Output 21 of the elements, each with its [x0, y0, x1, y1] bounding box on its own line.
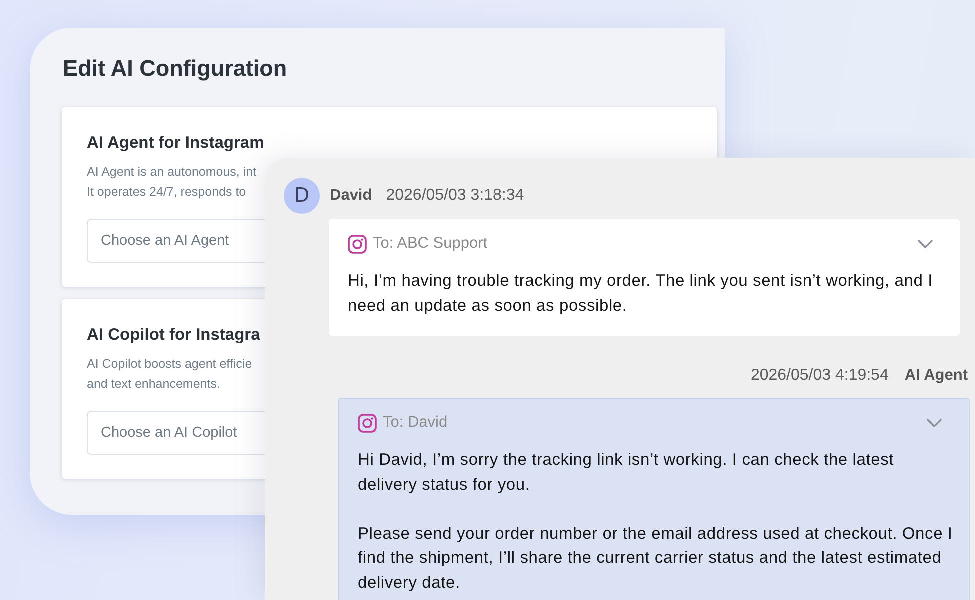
- sender-name: AI Agent: [904, 367, 968, 385]
- recipient-label: To: ABC Support: [373, 235, 488, 253]
- camera-icon: [358, 414, 377, 432]
- message-time: 2026/05/03 3:18:34: [386, 187, 524, 205]
- sender-name: David: [330, 187, 372, 205]
- message-time: 2026/05/03 4:19:54: [750, 367, 889, 385]
- section-description: AI Copilot boosts agent efficie and text enhancements.: [87, 356, 252, 392]
- section-description: AI Agent is an autonomous, int It operates 24/7, responds to: [87, 164, 257, 201]
- chevron-down-icon[interactable]: [918, 240, 933, 248]
- camera-icon: [348, 234, 367, 254]
- message-text: Hi David, I’m sorry the tracking link isn’t working. I can check the latest delivery status for you.: [358, 450, 896, 496]
- select-field[interactable]: Choose an AI Copilot: [87, 411, 265, 455]
- section-title: AI Copilot for Instagra: [87, 325, 260, 346]
- panel-title: Edit AI Configuration: [63, 55, 288, 83]
- message-text: Hi, I’m having trouble tracking my order. The link you sent isn’t working, and I need an update as soon as possible.: [348, 271, 934, 316]
- recipient-label: To: David: [383, 414, 448, 432]
- select-field[interactable]: Choose an AI Agent: [87, 219, 265, 263]
- chevron-down-icon[interactable]: [927, 418, 942, 428]
- section-title: AI Agent for Instagram: [87, 133, 264, 154]
- avatar: D: [284, 178, 320, 214]
- message-text: Please send your order number or the email address used at checkout. Once I find the shipment, I’ll share the current carrier status and the latest estimated delivery date.: [358, 524, 954, 594]
